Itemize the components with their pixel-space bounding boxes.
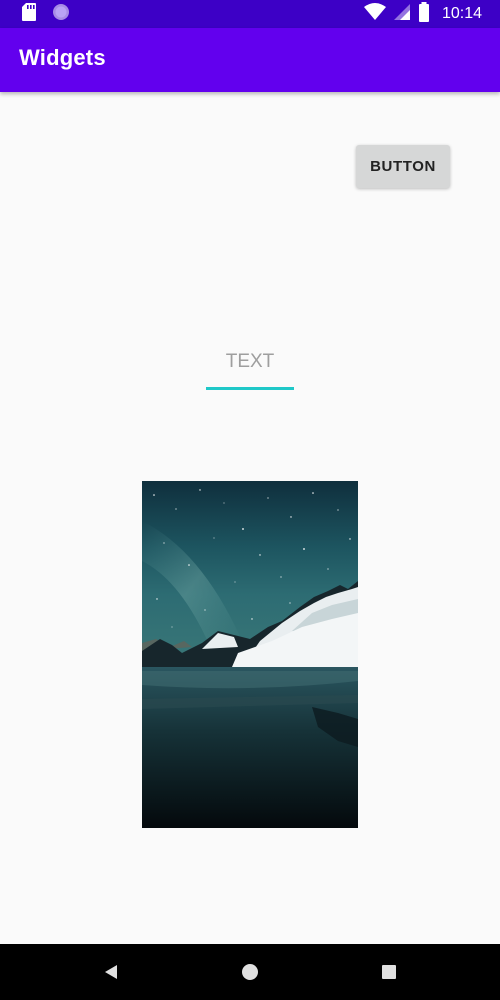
screen: 10:14 Widgets BUTTON xyxy=(0,0,500,1000)
circle-notification-icon xyxy=(52,3,70,25)
sd-card-icon xyxy=(22,3,36,25)
content-area: BUTTON xyxy=(0,92,500,944)
status-bar: 10:14 xyxy=(0,0,500,28)
status-system-icons: 10:14 xyxy=(363,2,482,26)
status-notifications xyxy=(22,3,70,25)
battery-icon xyxy=(418,2,430,26)
text-input[interactable] xyxy=(206,344,294,380)
recents-icon[interactable] xyxy=(378,962,400,982)
back-icon[interactable] xyxy=(100,962,122,982)
main-button[interactable]: BUTTON xyxy=(356,145,450,188)
cell-signal-icon xyxy=(393,3,410,25)
text-field[interactable] xyxy=(206,344,294,390)
wifi-icon xyxy=(363,3,386,25)
text-field-underline xyxy=(206,387,294,390)
status-clock: 10:14 xyxy=(441,5,482,22)
app-bar: Widgets xyxy=(0,28,500,92)
night-sky-mountain-lake-photo xyxy=(142,481,358,828)
app-title: Widgets xyxy=(19,45,106,70)
navigation-bar xyxy=(0,944,500,1000)
home-icon[interactable] xyxy=(239,962,261,982)
